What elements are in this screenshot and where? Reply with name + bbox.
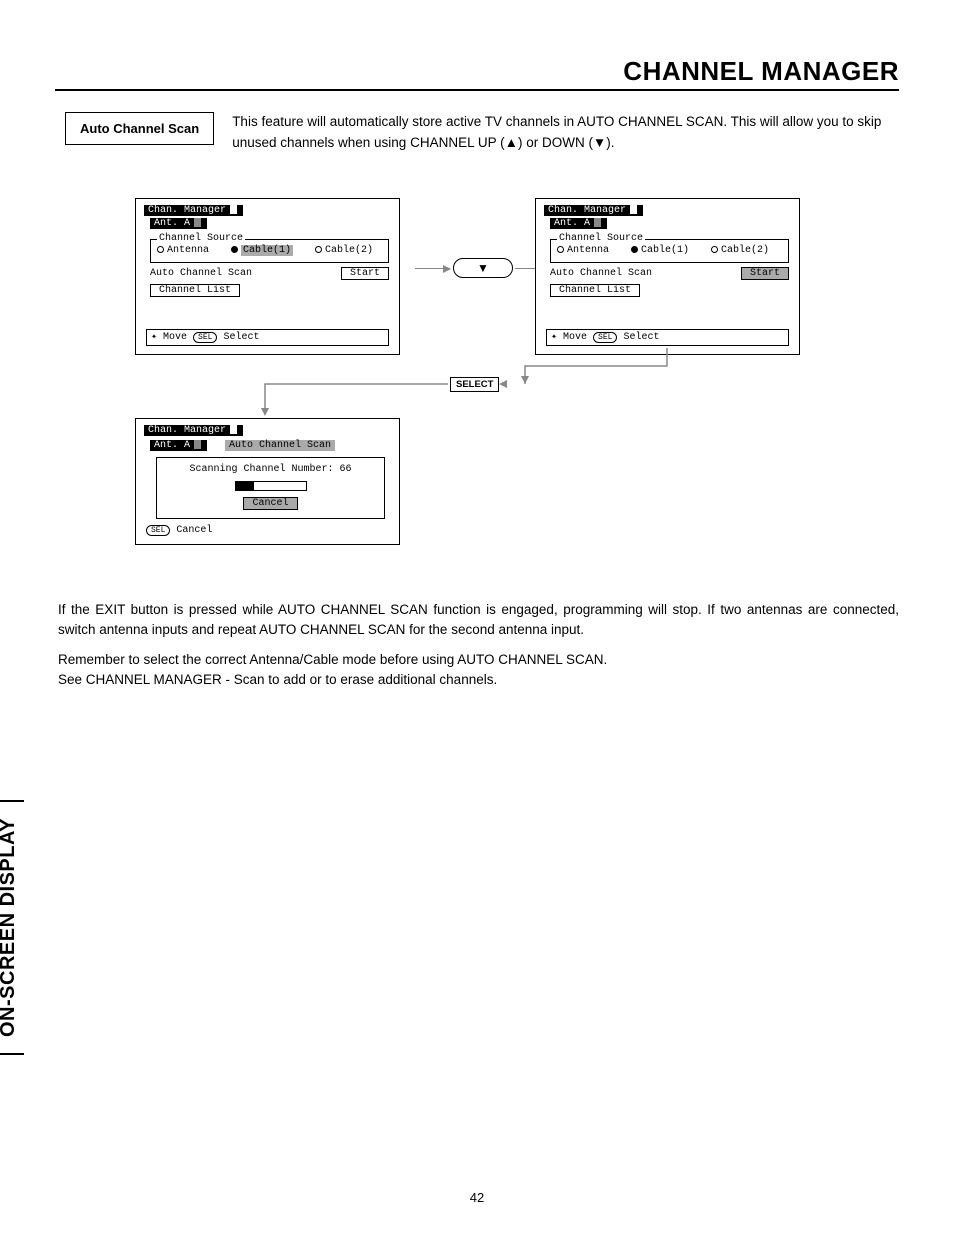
- osd-panel-1: Chan. Manager Ant. A Channel Source Ante…: [135, 198, 400, 355]
- auto-channel-scan-label: Auto Channel Scan: [65, 112, 214, 145]
- osd-panel-2: Chan. Manager Ant. A Channel Source Ante…: [535, 198, 800, 355]
- move-icon: ✦: [151, 331, 157, 343]
- osd-ant: Ant. A: [150, 218, 207, 229]
- channel-source-legend-2: Channel Source: [557, 233, 645, 244]
- cancel-pill: SEL: [146, 525, 170, 536]
- page-title: CHANNEL MANAGER: [55, 56, 899, 91]
- auto-channel-scan-text-2: Auto Channel Scan: [550, 268, 731, 279]
- auto-channel-scan-text: Auto Channel Scan: [150, 268, 331, 279]
- osd-footer-3: SEL Cancel: [146, 525, 389, 536]
- radio-antenna-2[interactable]: Antenna: [557, 245, 609, 256]
- auto-scan-highlight: Auto Channel Scan: [225, 440, 335, 451]
- cancel-foot-label: Cancel: [176, 525, 212, 536]
- down-oval: ▼: [453, 258, 513, 278]
- osd-footer-2: ✦ Move SEL Select: [546, 329, 789, 346]
- page-number: 42: [0, 1190, 954, 1205]
- osd-ant-2: Ant. A: [550, 218, 607, 229]
- select-pill-2: SEL: [593, 332, 617, 343]
- paragraph-1: If the EXIT button is pressed while AUTO…: [58, 600, 899, 641]
- side-tab-on-screen-display: ON-SCREEN DISPLAY: [0, 800, 24, 1055]
- scan-progress-box: Scanning Channel Number: 66 Cancel: [156, 457, 385, 519]
- osd-title-3: Chan. Manager: [144, 425, 243, 436]
- cancel-button[interactable]: Cancel: [243, 497, 297, 510]
- intro-text: This feature will automatically store ac…: [232, 112, 899, 154]
- radio-cable1-2[interactable]: Cable(1): [631, 245, 689, 256]
- start-button[interactable]: Start: [341, 267, 389, 280]
- osd-ant-3: Ant. A: [150, 440, 207, 451]
- radio-cable1[interactable]: Cable(1): [231, 245, 293, 256]
- paragraph-2: Remember to select the correct Antenna/C…: [58, 650, 899, 670]
- channel-list-button-2[interactable]: Channel List: [550, 284, 640, 297]
- channel-source-group-2: Channel Source Antenna Cable(1) Cable(2): [550, 239, 789, 263]
- osd-panel-3-scanning: Chan. Manager Ant. A Auto Channel Scan S…: [135, 418, 400, 545]
- radio-cable2[interactable]: Cable(2): [315, 245, 373, 256]
- diagram-area: Chan. Manager Ant. A Channel Source Ante…: [55, 188, 899, 578]
- move-label-2: Move: [563, 332, 587, 343]
- move-label: Move: [163, 332, 187, 343]
- start-button-highlighted[interactable]: Start: [741, 267, 789, 280]
- osd-title: Chan. Manager: [144, 205, 243, 216]
- move-icon-2: ✦: [551, 331, 557, 343]
- paragraph-3: See CHANNEL MANAGER - Scan to add or to …: [58, 670, 899, 690]
- select-label: Select: [223, 332, 259, 343]
- down-triangle-icon: ▼: [477, 261, 489, 275]
- channel-source-legend: Channel Source: [157, 233, 245, 244]
- channel-list-button[interactable]: Channel List: [150, 284, 240, 297]
- radio-cable2-2[interactable]: Cable(2): [711, 245, 769, 256]
- osd-title-2: Chan. Manager: [544, 205, 643, 216]
- select-label-2: Select: [623, 332, 659, 343]
- channel-source-group: Channel Source Antenna Cable(1) Cable(2): [150, 239, 389, 263]
- arrow-right-1: [415, 268, 450, 269]
- osd-footer: ✦ Move SEL Select: [146, 329, 389, 346]
- progress-bar: [235, 481, 307, 491]
- scanning-channel-text: Scanning Channel Number: 66: [189, 464, 351, 475]
- select-pill: SEL: [193, 332, 217, 343]
- intro-block: Auto Channel Scan This feature will auto…: [65, 112, 899, 154]
- select-step-label: SELECT: [450, 377, 499, 392]
- radio-antenna[interactable]: Antenna: [157, 245, 209, 256]
